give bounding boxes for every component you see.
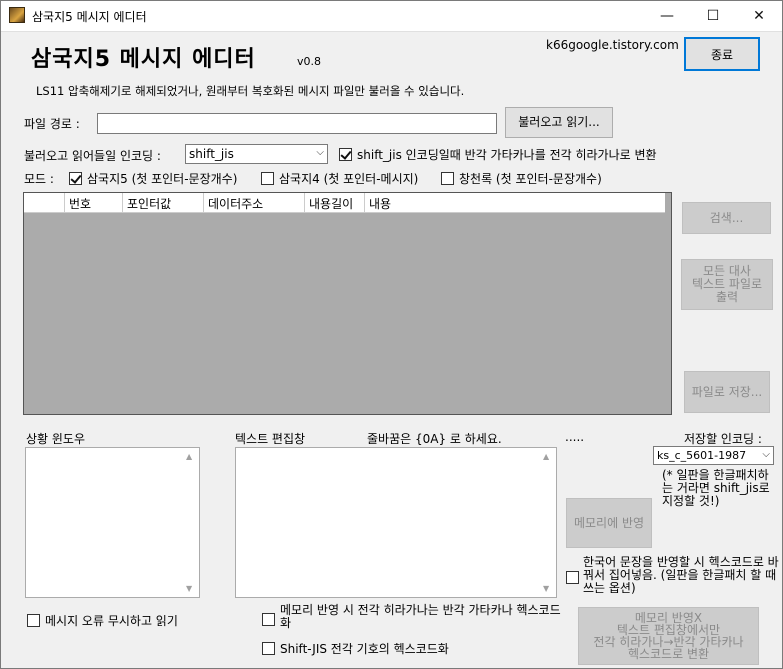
ignore-errors-label: 메시지 오류 무시하고 읽기	[45, 614, 178, 628]
exit-button[interactable]: 종료	[684, 37, 760, 71]
search-button[interactable]: 검색...	[682, 202, 771, 234]
status-window-label: 상황 윈도우	[26, 432, 86, 446]
window-title: 삼국지5 메시지 에디터	[32, 10, 147, 24]
encoding-select-value: shift_jis	[189, 147, 234, 161]
hexcode-symbol-checkbox[interactable]: Shift-JIS 전각 기호의 헥스코드화	[262, 640, 449, 657]
save-encoding-select[interactable]: ks_c_5601-1987 ⌵	[653, 446, 774, 465]
column-header-rowselect[interactable]	[24, 193, 65, 213]
apply-memory-button[interactable]: 메모리에 반영	[566, 498, 652, 548]
checkbox-icon	[262, 613, 275, 626]
app-icon	[9, 7, 25, 23]
title-bar: 삼국지5 메시지 에디터 — ☐ ✕	[0, 0, 783, 32]
save-file-button[interactable]: 파일로 저장...	[684, 371, 770, 413]
checkbox-icon	[566, 571, 579, 584]
close-window-button[interactable]: ✕	[736, 0, 782, 31]
hexcode-symbol-label: Shift-JIS 전각 기호의 헥스코드화	[280, 642, 449, 656]
grid-header: 번호 포인터값 데이터주소 내용길이 내용	[24, 193, 665, 213]
column-header-pointer[interactable]: 포인터값	[123, 193, 204, 213]
ignore-errors-checkbox[interactable]: 메시지 오류 무시하고 읽기	[27, 612, 178, 629]
checkbox-icon	[262, 642, 275, 655]
checkbox-icon	[69, 172, 82, 185]
export-all-button[interactable]: 모든 대사 텍스트 파일로 출력	[681, 259, 773, 310]
site-label: k66google.tistory.com	[546, 38, 679, 52]
load-button[interactable]: 불러오고 읽기...	[505, 107, 613, 138]
column-header-content[interactable]: 내용	[365, 193, 665, 213]
scroll-down-icon[interactable]: ▼	[186, 584, 192, 593]
minimize-button[interactable]: —	[644, 0, 690, 31]
mode-option-sam5[interactable]: 삼국지5 (첫 포인터-문장개수)	[69, 170, 237, 187]
mode-option-label: 삼국지5 (첫 포인터-문장개수)	[87, 172, 238, 186]
description-text: LS11 압축해제기로 해제되었거나, 원래부터 복호화된 메시지 파일만 불러…	[36, 84, 465, 98]
message-grid[interactable]: 번호 포인터값 데이터주소 내용길이 내용	[23, 192, 672, 415]
korean-hex-label: 한국어 문장을 반영할 시 헥스코드로 바꿔서 집어넣음. (일판을 한글패치 …	[583, 555, 779, 595]
checkbox-icon	[339, 148, 352, 161]
korean-hex-checkbox[interactable]: 한국어 문장을 반영할 시 헥스코드로 바꿔서 집어넣음. (일판을 한글패치 …	[566, 556, 780, 595]
encoding-label: 불러오고 읽어들일 인코딩 :	[24, 149, 161, 163]
checkbox-icon	[27, 614, 40, 627]
status-scrollbar[interactable]: ▲ ▼	[182, 448, 199, 597]
version-label: v0.8	[297, 55, 322, 68]
mode-option-label: 삼국지4 (첫 포인터-메시지)	[279, 172, 419, 186]
status-window[interactable]: ▲ ▼	[25, 447, 200, 598]
column-header-address[interactable]: 데이터주소	[204, 193, 305, 213]
text-editor-label: 텍스트 편집창	[235, 432, 306, 446]
mode-option-changcheon[interactable]: 창천록 (첫 포인터-문장개수)	[441, 170, 602, 187]
column-header-number[interactable]: 번호	[65, 193, 123, 213]
save-encoding-label: 저장할 인코딩 :	[684, 432, 762, 446]
file-path-label: 파일 경로 :	[24, 117, 80, 131]
scroll-up-icon[interactable]: ▲	[186, 452, 192, 461]
save-encoding-note: (* 일판을 한글패치하는 거라면 shift_jis로 지정할 것!)	[662, 468, 770, 508]
mode-option-label: 창천록 (첫 포인터-문장개수)	[459, 172, 602, 186]
chevron-down-icon: ⌵	[762, 449, 770, 460]
encoding-select[interactable]: shift_jis ⌵	[185, 144, 328, 164]
checkbox-icon	[441, 172, 454, 185]
chevron-down-icon: ⌵	[316, 147, 324, 158]
convert-kana-label: shift_jis 인코딩일때 반각 가타카나를 전각 히라가나로 변환	[357, 148, 657, 162]
scroll-down-icon[interactable]: ▼	[543, 584, 549, 593]
hexcode-kana-label: 메모리 반영 시 전각 히라가나는 반각 가타카나 헥스코드화	[280, 603, 561, 630]
app-heading: 삼국지5 메시지 에디터	[31, 47, 256, 72]
text-editor[interactable]: ▲ ▼	[235, 447, 557, 598]
dots-label: .....	[565, 430, 585, 444]
maximize-button[interactable]: ☐	[690, 0, 736, 31]
save-encoding-value: ks_c_5601-1987	[657, 449, 747, 462]
apply-no-hex-button[interactable]: 메모리 반영X 텍스트 편집창에서만 전각 히라가나→반각 가타카나 헥스코드로…	[578, 607, 759, 665]
convert-kana-checkbox[interactable]: shift_jis 인코딩일때 반각 가타카나를 전각 히라가나로 변환	[339, 146, 657, 163]
column-header-length[interactable]: 내용길이	[305, 193, 365, 213]
scroll-up-icon[interactable]: ▲	[543, 452, 549, 461]
file-path-input[interactable]	[97, 113, 497, 134]
checkbox-icon	[261, 172, 274, 185]
mode-option-sam4[interactable]: 삼국지4 (첫 포인터-메시지)	[261, 170, 418, 187]
hexcode-kana-checkbox[interactable]: 메모리 반영 시 전각 히라가나는 반각 가타카나 헥스코드화	[262, 604, 562, 630]
newline-hint: 줄바꿈은 {0A} 로 하세요.	[367, 432, 502, 446]
mode-label: 모드 :	[24, 172, 54, 186]
editor-scrollbar[interactable]: ▲ ▼	[539, 448, 556, 597]
